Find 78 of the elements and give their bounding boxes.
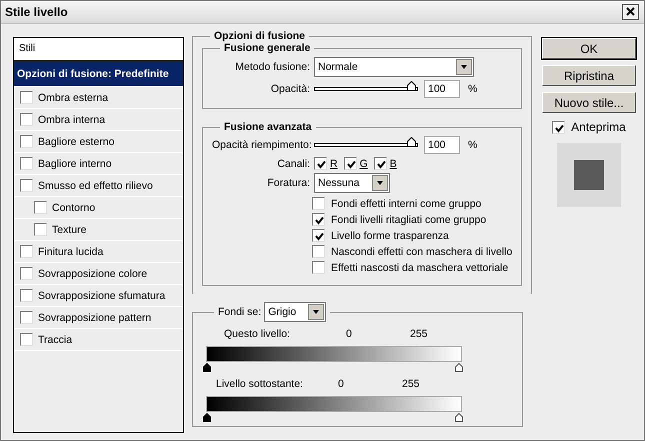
channel-dropdown[interactable]: Grigio <box>264 302 326 322</box>
checkbox[interactable] <box>20 289 33 302</box>
style-list-item[interactable]: Bagliore interno <box>14 153 183 175</box>
knockout-dropdown[interactable]: Nessuna <box>314 173 390 193</box>
checkbox[interactable] <box>34 201 47 214</box>
style-list-item[interactable]: Bagliore esterno <box>14 131 183 153</box>
option-label: Fondi effetti interni come gruppo <box>331 198 482 210</box>
range-label: Livello sottostante: <box>215 378 304 390</box>
style-list-item[interactable]: Sovrapposizione sfumatura <box>14 285 183 307</box>
dialog-button[interactable]: Nuovo stile... <box>542 92 636 113</box>
field-label: Metodo fusione: <box>234 61 310 73</box>
range-high-thumb[interactable] <box>455 363 463 372</box>
close-icon[interactable] <box>622 4 639 20</box>
checkbox[interactable] <box>20 157 33 170</box>
style-list-item[interactable]: Sovrapposizione pattern <box>14 307 183 329</box>
checkbox[interactable] <box>20 135 33 148</box>
section-title: Fusione avanzata <box>223 121 313 133</box>
style-list-item[interactable]: Sovrapposizione colore <box>14 263 183 285</box>
value-field[interactable]: 100 <box>424 136 460 154</box>
checkbox[interactable] <box>20 245 33 258</box>
dialog-button[interactable]: OK <box>542 38 636 59</box>
field-label: Fondi se: <box>218 306 262 318</box>
preview-thumbnail <box>556 142 622 208</box>
section-title: Fusione generale <box>223 42 312 54</box>
list-header: Stili <box>14 38 183 62</box>
range-low-thumb[interactable] <box>203 413 211 422</box>
style-list-item[interactable]: Traccia <box>14 329 183 351</box>
channel-label: B <box>390 158 397 170</box>
checkbox[interactable] <box>20 113 33 126</box>
dialog-button[interactable]: Ripristina <box>542 65 636 86</box>
style-list-item[interactable]: Opzioni di fusione: Predefinite <box>14 62 183 87</box>
option-label: Nascondi effetti con maschera di livello <box>331 246 512 258</box>
option-label: Livello forme trasparenza <box>331 230 449 242</box>
checkbox[interactable] <box>552 120 566 134</box>
option-label: Fondi livelli ritagliati come gruppo <box>331 214 486 226</box>
value-field[interactable]: 100 <box>424 80 460 98</box>
checkbox[interactable] <box>374 157 387 170</box>
style-list-item[interactable]: Contorno <box>14 197 183 219</box>
checkbox[interactable] <box>312 261 325 274</box>
percent-unit: % <box>468 139 478 151</box>
checkbox[interactable] <box>20 91 33 104</box>
checkbox[interactable] <box>312 229 325 242</box>
range-value: 0 <box>338 378 345 390</box>
style-list-item[interactable]: Finitura lucida <box>14 241 183 263</box>
field-label: Opacità: <box>270 83 310 95</box>
field-label: Opacità riempimento: <box>212 139 310 151</box>
style-list-item[interactable]: Texture <box>14 219 183 241</box>
field-label: Canali: <box>276 158 310 170</box>
range-value: 255 <box>410 328 428 340</box>
style-list-item[interactable]: Ombra esterna <box>14 87 183 109</box>
checkbox[interactable] <box>34 223 47 236</box>
style-list-item[interactable]: Smusso ed effetto rilievo <box>14 175 183 197</box>
blend-mode-dropdown[interactable]: Normale <box>314 57 474 77</box>
range-low-thumb[interactable] <box>203 363 211 372</box>
channel-label: R <box>330 158 338 170</box>
checkbox[interactable] <box>20 267 33 280</box>
percent-unit: % <box>468 83 478 95</box>
checkbox[interactable] <box>20 311 33 324</box>
range-value: 0 <box>346 328 353 340</box>
range-high-thumb[interactable] <box>455 413 463 422</box>
preview-label: Anteprima <box>571 120 626 134</box>
window-title: Stile livello <box>5 5 68 19</box>
checkbox[interactable] <box>314 157 327 170</box>
range-value: 255 <box>402 378 420 390</box>
slider-thumb[interactable] <box>407 81 416 91</box>
style-list-item[interactable]: Ombra interna <box>14 109 183 131</box>
channel-label: G <box>360 158 368 170</box>
option-label: Effetti nascosti da maschera vettoriale <box>331 262 508 274</box>
range-label: Questo livello: <box>223 328 291 340</box>
field-label: Foratura: <box>266 177 310 189</box>
checkbox[interactable] <box>344 157 357 170</box>
checkbox[interactable] <box>312 245 325 258</box>
slider-thumb[interactable] <box>407 137 416 147</box>
checkbox[interactable] <box>312 197 325 210</box>
checkbox[interactable] <box>20 333 33 346</box>
checkbox[interactable] <box>20 179 33 192</box>
checkbox[interactable] <box>312 213 325 226</box>
section-title: Opzioni di fusione <box>213 30 306 42</box>
